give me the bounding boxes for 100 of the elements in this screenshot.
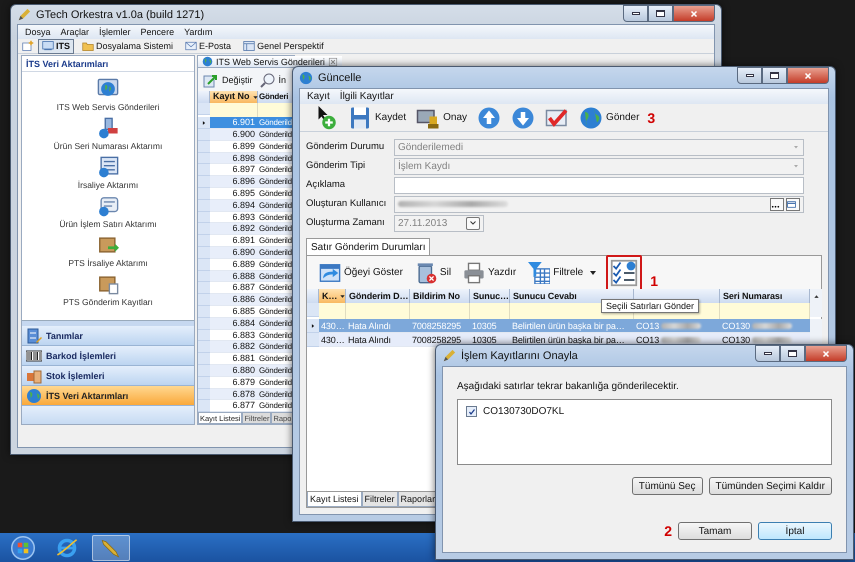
column-header[interactable]: Seri Numarası <box>720 289 810 303</box>
save-button[interactable]: Kaydet <box>346 104 408 131</box>
table-cell: 6.900 <box>210 129 258 141</box>
toolbar-button[interactable]: Öğeyi Göster <box>317 256 405 289</box>
menu-item[interactable]: İşlemler <box>94 27 136 37</box>
column-header[interactable]: Gönderi <box>258 91 294 104</box>
barcode-icon <box>26 348 42 364</box>
table-cell: 7008258295 <box>410 319 470 333</box>
field-label: Gönderim Tipi <box>306 159 366 173</box>
filter-cell[interactable] <box>210 103 258 118</box>
cancel-button[interactable]: İptal <box>758 522 832 540</box>
menu-item[interactable]: Yardım <box>179 27 218 37</box>
accordion-section[interactable]: Barkod İşlemleri <box>22 346 194 366</box>
splitter-handle[interactable] <box>22 320 194 326</box>
bottom-tab[interactable]: Kayıt Listesi <box>307 492 362 507</box>
accordion-section[interactable]: Tanımlar <box>22 326 194 346</box>
selection-button[interactable]: Tümünü Seç <box>632 477 702 495</box>
minimize-button[interactable] <box>755 345 780 362</box>
window-title: İşlem Kayıtlarını Onayla <box>461 350 578 362</box>
checkbox[interactable] <box>466 406 477 417</box>
table-cell: Hata Alındı <box>346 333 410 347</box>
filter-cell[interactable] <box>319 303 346 319</box>
arrow-down-icon <box>511 106 536 130</box>
edit-button[interactable]: Değiştir <box>201 68 255 92</box>
close-icon <box>689 8 699 18</box>
navigation-item[interactable]: Ürün Seri Numarası Aktarımı <box>54 117 162 152</box>
envelope-icon <box>185 40 198 52</box>
boxes-icon <box>26 368 42 384</box>
table-cell: 6.880 <box>210 365 258 377</box>
navigation-item[interactable]: PTS İrsaliye Aktarımı <box>68 234 148 269</box>
filter-cell[interactable] <box>346 303 410 319</box>
filter-cell[interactable] <box>410 303 470 319</box>
row-pointer-icon <box>310 322 316 328</box>
column-header[interactable]: Gönderim D… <box>346 289 410 303</box>
input-field[interactable] <box>394 176 804 194</box>
monitor-icon <box>42 40 54 52</box>
close-icon <box>821 348 831 358</box>
search-button[interactable]: İn <box>258 68 288 92</box>
printer-icon <box>463 262 486 284</box>
table-cell: 6.888 <box>210 270 258 282</box>
field-label: Oluşturan Kullanıcı <box>306 197 388 211</box>
tab[interactable]: Satır Gönderim Durumları <box>306 238 430 255</box>
menu-item[interactable]: İlgili Kayıtlar <box>334 91 399 102</box>
table-cell: Belirtilen ürün başka bir pa… <box>510 319 634 333</box>
table-cell: 10305 <box>470 319 510 333</box>
menu-item[interactable]: Dosya <box>20 27 56 37</box>
toolbar-button[interactable]: Sil <box>412 256 454 289</box>
accordion-section[interactable]: İTS Veri Aktarımları <box>22 386 194 406</box>
browser-icon <box>56 536 78 558</box>
minimize-button[interactable] <box>737 67 762 84</box>
row-header[interactable] <box>198 117 210 130</box>
bottle-globe-icon <box>96 117 119 139</box>
menu-item[interactable]: Kayıt <box>302 91 335 102</box>
table-cell: 430… <box>319 333 346 347</box>
navigation-item[interactable]: PTS Gönderim Kayıtları <box>63 273 153 308</box>
perspective-button[interactable]: ITS <box>38 38 74 54</box>
perspective-button[interactable]: Dosyalama Sistemi <box>78 38 178 54</box>
approve-button[interactable]: Onay <box>414 104 470 131</box>
window-title: Güncelle <box>318 72 362 84</box>
column-header[interactable]: K… <box>319 289 346 303</box>
maximize-button[interactable] <box>762 67 787 84</box>
table-cell: 6.901 <box>210 117 258 130</box>
table-cell: Gönderild <box>258 365 294 377</box>
editor-tab[interactable]: ITS Web Servis Gönderileri <box>198 56 342 68</box>
scrollbar[interactable] <box>810 289 822 303</box>
panel-title: İTS Veri Aktarımları <box>22 56 194 72</box>
column-header[interactable]: Kayıt No <box>210 91 258 104</box>
taskbar-icon[interactable] <box>92 534 130 560</box>
send-button[interactable]: Gönder <box>577 104 642 131</box>
selection-button[interactable]: Tümünden Seçimi Kaldır <box>708 477 832 495</box>
navigation-item[interactable]: İrsaliye Aktarımı <box>78 156 138 191</box>
dropdown-arrow-icon <box>792 162 800 170</box>
close-button[interactable] <box>805 345 847 362</box>
bottom-tab[interactable]: Filtreler <box>362 492 398 507</box>
navigation-item[interactable]: Ürün İşlem Satırı Aktarımı <box>59 195 157 230</box>
scrollbar[interactable] <box>810 303 822 317</box>
perspective-button[interactable]: Genel Perspektif <box>239 38 328 54</box>
sort-down-icon <box>252 94 259 101</box>
table-cell: Hata Alındı <box>346 319 410 333</box>
close-button[interactable] <box>787 67 829 84</box>
perspective-button[interactable]: E-Posta <box>181 38 236 54</box>
row-header[interactable] <box>307 319 319 333</box>
column-header[interactable]: Sunucu Cevabı <box>510 289 634 303</box>
maximize-button[interactable] <box>780 345 805 362</box>
accordion-section[interactable]: Stok İşlemleri <box>22 366 194 386</box>
filter-cell[interactable] <box>258 103 294 118</box>
toolbar-button[interactable]: Yazdır <box>461 256 518 289</box>
message-text: Aşağıdaki satırlar tekrar bakanlığa gönderilecektir. <box>457 381 680 392</box>
column-header[interactable]: Bildirim No <box>410 289 470 303</box>
table-cell: 6.884 <box>210 318 258 330</box>
ok-button[interactable]: Tamam <box>678 522 752 540</box>
window-title: GTech Orkestra v1.0a (build 1271) <box>36 8 204 20</box>
navigation-item[interactable]: ITS Web Servis Gönderileri <box>56 78 160 113</box>
filter-cell[interactable] <box>470 303 510 319</box>
toolbar-button[interactable]: Filtrele <box>526 256 598 289</box>
menu-item[interactable]: Araçlar <box>56 27 94 37</box>
menu-item[interactable]: Pencere <box>136 27 180 37</box>
column-header[interactable]: Sunuc… <box>470 289 510 303</box>
filter-cell[interactable] <box>720 303 810 319</box>
scrollbar[interactable] <box>810 319 822 333</box>
